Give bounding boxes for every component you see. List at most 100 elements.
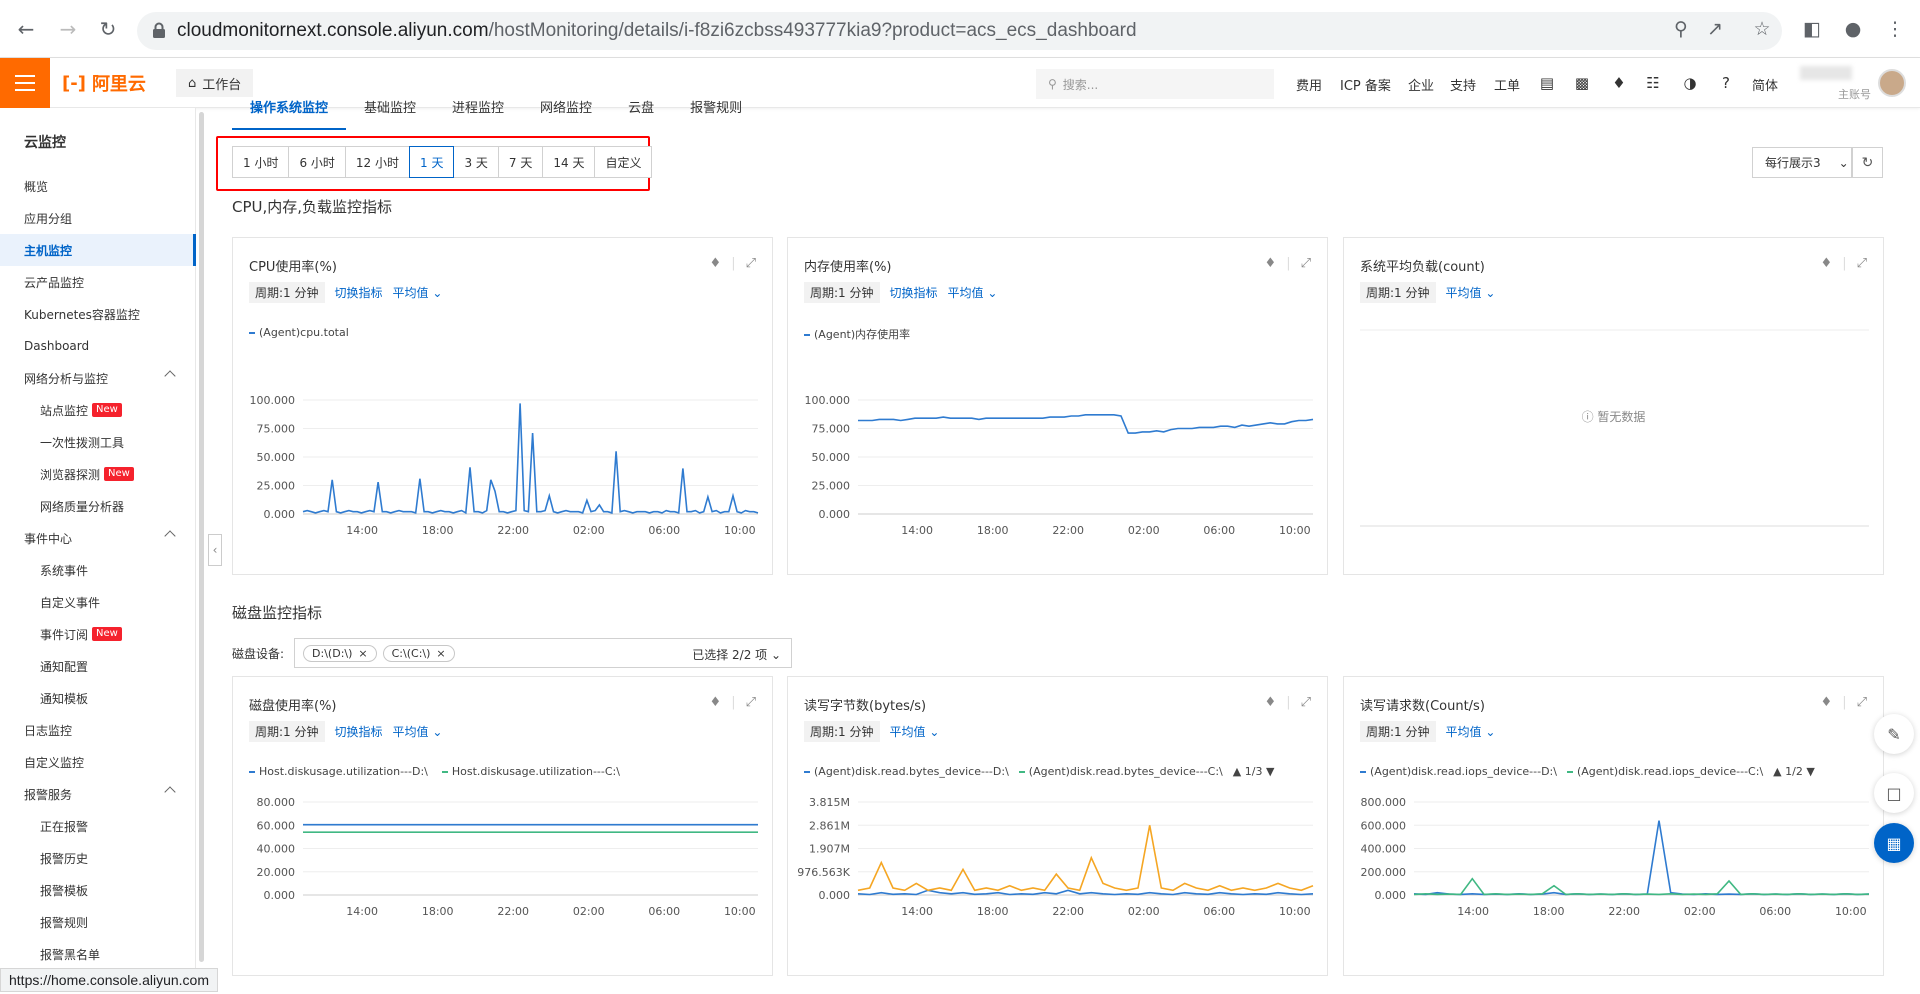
aggregation-select[interactable]: 平均值 ⌄ [1446,284,1496,301]
time-7d[interactable]: 7 天 [497,146,544,178]
y-tick-label: 0.000 [264,889,296,902]
bell-icon[interactable]: ♦ [710,256,722,271]
aggregation-select[interactable]: 平均值 ⌄ [890,723,940,740]
x-tick-label: 06:00 [648,905,680,918]
sidebar-item-cloud-products[interactable]: 云产品监控 [24,266,196,298]
sidebar-item-custom-events[interactable]: 自定义事件 [40,586,196,618]
series-line [858,414,1314,434]
sidebar-scrollbar[interactable] [199,112,204,962]
sidebar-item-host-monitoring[interactable]: 主机监控 [0,234,196,266]
sidebar-item-dashboard[interactable]: Dashboard [24,330,196,362]
browser-menu-icon[interactable]: ⋮ [1878,12,1912,46]
sidebar-item-browser-probe[interactable]: 浏览器探测 New [40,458,196,490]
sidebar-item-event-subscription[interactable]: 事件订阅 New [40,618,196,650]
period-label: 周期:1 分钟 [804,721,880,742]
x-tick-label: 10:00 [1279,905,1311,918]
disk-chip[interactable]: C:\(C:\) × [382,644,455,662]
fullscreen-icon[interactable]: ⤢ [746,256,756,271]
bell-icon[interactable]: ♦ [710,695,722,710]
series-line [302,403,759,515]
sidebar-item-label: 事件订阅 [40,627,89,642]
time-1d[interactable]: 1 天 [409,146,455,178]
fullscreen-icon[interactable]: ⤢ [1857,256,1867,271]
reload-icon[interactable]: ↻ [90,11,126,47]
sidebar-item-one-time-probe[interactable]: 一次性拨测工具 [40,426,196,458]
sidebar-item-custom-monitoring[interactable]: 自定义监控 [24,746,196,778]
bell-icon[interactable]: ♦ [1821,695,1833,710]
time-14d[interactable]: 14 天 [542,146,596,178]
close-icon[interactable]: × [358,647,367,660]
sidebar-item-label: 站点监控 [40,403,89,418]
back-icon[interactable]: ← [8,11,44,47]
x-tick-label: 02:00 [1128,524,1160,537]
y-tick-label: 75.000 [812,423,851,436]
sidebar-item-overview[interactable]: 概览 [24,170,196,202]
sidebar-group-events[interactable]: 事件中心 [24,522,196,554]
sidebar-group-alarm[interactable]: 报警服务 [24,778,196,810]
refresh-button[interactable]: ↻ [1852,147,1883,178]
series-line [857,825,1314,892]
aggregation-select[interactable]: 平均值 ⌄ [393,284,443,301]
side-panel-icon[interactable]: ◧ [1795,12,1829,46]
disk-chip[interactable]: D:\(D:\) × [303,644,377,662]
new-badge: New [104,467,134,481]
apps-icon[interactable]: ▦ [1874,823,1914,863]
sidebar-item-system-events[interactable]: 系统事件 [40,554,196,586]
disk-usage-chart: 80.000 60.000 40.000 20.000 0.000 14:00 18:00 2… [257,796,758,918]
chevron-up-icon [164,530,176,542]
sidebar-item-alarm-blacklist[interactable]: 报警黑名单 [40,938,196,970]
bell-icon[interactable]: ♦ [1265,256,1277,271]
time-3d[interactable]: 3 天 [453,146,499,178]
fullscreen-icon[interactable]: ⤢ [746,695,756,710]
time-range-selector: 1 小时 6 小时 12 小时 1 天 3 天 7 天 14 天 自定义 [232,146,653,178]
switch-metric-link[interactable]: 切换指标 [335,284,383,301]
aggregation-select[interactable]: 平均值 ⌄ [1446,723,1496,740]
sidebar-item-label: 浏览器探测 [40,467,101,482]
bell-icon[interactable]: ♦ [1821,256,1833,271]
sidebar-item-network-quality[interactable]: 网络质量分析器 [40,490,196,522]
per-row-label: 每行展示3 [1765,156,1821,170]
new-badge: New [92,627,122,641]
sidebar-item-site-monitoring[interactable]: 站点监控 New [40,394,196,426]
sidebar-item-alarm-templates[interactable]: 报警模板 [40,874,196,906]
card-title: 读写字节数(bytes/s) [804,699,927,714]
sidebar-item-active-alarms[interactable]: 正在报警 [40,810,196,842]
forward-icon[interactable]: → [50,11,86,47]
sidebar-item-app-groups[interactable]: 应用分组 [24,202,196,234]
address-bar[interactable]: cloudmonitornext.console.aliyun.com/host… [137,12,1782,50]
aggregation-select[interactable]: 平均值 ⌄ [393,723,443,740]
sidebar-item-alarm-rules[interactable]: 报警规则 [40,906,196,938]
time-6h[interactable]: 6 小时 [288,146,346,178]
sidebar-item-alarm-history[interactable]: 报警历史 [40,842,196,874]
sidebar-item-kubernetes[interactable]: Kubernetes容器监控 [24,298,196,330]
x-tick-label: 14:00 [901,524,933,537]
profile-icon[interactable]: ● [1836,12,1870,46]
zoom-icon[interactable]: ⚲ [1664,12,1698,46]
sidebar-item-log-monitoring[interactable]: 日志监控 [24,714,196,746]
switch-metric-link[interactable]: 切换指标 [335,723,383,740]
per-row-select[interactable]: 每行展示3 ⌄ [1752,147,1852,178]
fullscreen-icon[interactable]: ⤢ [1857,695,1867,710]
time-1h[interactable]: 1 小时 [232,146,290,178]
fullscreen-icon[interactable]: ⤢ [1301,695,1311,710]
aggregation-select[interactable]: 平均值 ⌄ [948,284,998,301]
switch-metric-link[interactable]: 切换指标 [890,284,938,301]
disk-device-select[interactable]: D:\(D:\) × C:\(C:\) × 已选择 2/2 项 ⌄ [294,638,793,668]
x-tick-label: 22:00 [497,524,529,537]
collapse-sidebar-icon[interactable]: ‹ [208,534,222,566]
bell-icon[interactable]: ♦ [1265,695,1277,710]
sidebar-item-notification-config[interactable]: 通知配置 [40,650,196,682]
time-custom[interactable]: 自定义 [594,146,653,178]
feedback-icon[interactable]: □ [1874,773,1914,813]
edit-icon[interactable]: ✎ [1874,714,1914,754]
x-tick-label: 18:00 [1533,905,1565,918]
share-icon[interactable]: ↗ [1698,12,1732,46]
sidebar-item-notification-template[interactable]: 通知模板 [40,682,196,714]
bookmark-star-icon[interactable]: ☆ [1745,12,1779,46]
time-12h[interactable]: 12 小时 [344,146,410,178]
x-tick-label: 10:00 [1835,905,1867,918]
section-title-cpu: CPU,内存,负载监控指标 [232,198,393,216]
sidebar-group-network[interactable]: 网络分析与监控 [24,362,196,394]
close-icon[interactable]: × [436,647,445,660]
fullscreen-icon[interactable]: ⤢ [1301,256,1311,271]
